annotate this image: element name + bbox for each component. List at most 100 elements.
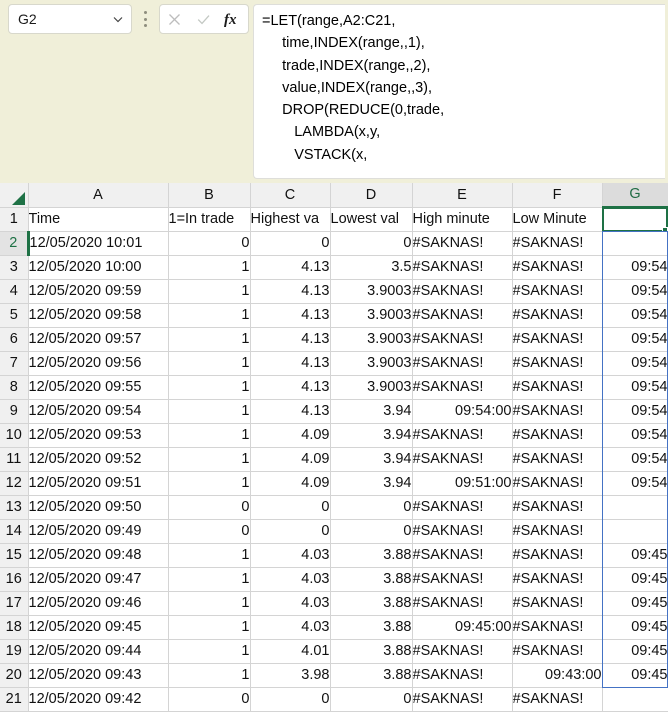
cell-E17[interactable]: #SAKNAS!: [412, 591, 513, 616]
cell-D3[interactable]: 3.5: [330, 255, 413, 280]
cell-D17[interactable]: 3.88: [330, 591, 413, 616]
cell-F5[interactable]: #SAKNAS!: [512, 303, 603, 328]
cell-G6[interactable]: 09:54: [602, 327, 668, 352]
cell-B7[interactable]: 1: [168, 351, 251, 376]
row-header-20[interactable]: 20: [0, 663, 29, 688]
cell-A20[interactable]: 12/05/2020 09:43: [28, 663, 169, 688]
cell-C8[interactable]: 4.13: [250, 375, 331, 400]
cell-C19[interactable]: 4.01: [250, 639, 331, 664]
column-header-g[interactable]: G: [602, 183, 668, 209]
cell-F20[interactable]: 09:43:00: [512, 663, 603, 688]
row-header-6[interactable]: 6: [0, 327, 29, 352]
cell-E16[interactable]: #SAKNAS!: [412, 567, 513, 592]
cell-E15[interactable]: #SAKNAS!: [412, 543, 513, 568]
cell-E19[interactable]: #SAKNAS!: [412, 639, 513, 664]
select-all-triangle-icon[interactable]: [0, 183, 29, 208]
cell-E10[interactable]: #SAKNAS!: [412, 423, 513, 448]
cell-B12[interactable]: 1: [168, 471, 251, 496]
cell-G5[interactable]: 09:54: [602, 303, 668, 328]
cell-C18[interactable]: 4.03: [250, 615, 331, 640]
cell-B18[interactable]: 1: [168, 615, 251, 640]
cell-C6[interactable]: 4.13: [250, 327, 331, 352]
cell-E12[interactable]: 09:51:00: [412, 471, 513, 496]
cell-C11[interactable]: 4.09: [250, 447, 331, 472]
cell-C12[interactable]: 4.09: [250, 471, 331, 496]
cell-B8[interactable]: 1: [168, 375, 251, 400]
cell-C21[interactable]: 0: [250, 687, 331, 712]
cell-E3[interactable]: #SAKNAS!: [412, 255, 513, 280]
cell-E7[interactable]: #SAKNAS!: [412, 351, 513, 376]
cell-F16[interactable]: #SAKNAS!: [512, 567, 603, 592]
row-header-4[interactable]: 4: [0, 279, 29, 304]
cell-F7[interactable]: #SAKNAS!: [512, 351, 603, 376]
cell-B19[interactable]: 1: [168, 639, 251, 664]
cell-E21[interactable]: #SAKNAS!: [412, 687, 513, 712]
row-header-1[interactable]: 1: [0, 207, 29, 232]
cell-A6[interactable]: 12/05/2020 09:57: [28, 327, 169, 352]
cell-E14[interactable]: #SAKNAS!: [412, 519, 513, 544]
cell-A14[interactable]: 12/05/2020 09:49: [28, 519, 169, 544]
name-box[interactable]: G2: [8, 4, 132, 34]
row-header-9[interactable]: 9: [0, 399, 29, 424]
cell-B2[interactable]: 0: [168, 231, 251, 256]
cell-D12[interactable]: 3.94: [330, 471, 413, 496]
row-header-19[interactable]: 19: [0, 639, 29, 664]
cell-D6[interactable]: 3.9003: [330, 327, 413, 352]
cell-A16[interactable]: 12/05/2020 09:47: [28, 567, 169, 592]
cell-F21[interactable]: #SAKNAS!: [512, 687, 603, 712]
cell-A5[interactable]: 12/05/2020 09:58: [28, 303, 169, 328]
cell-F10[interactable]: #SAKNAS!: [512, 423, 603, 448]
column-header-a[interactable]: A: [28, 183, 169, 208]
cell-A18[interactable]: 12/05/2020 09:45: [28, 615, 169, 640]
cell-A1[interactable]: Time: [28, 207, 169, 232]
cell-C14[interactable]: 0: [250, 519, 331, 544]
cell-A2[interactable]: 12/05/2020 10:01: [28, 231, 169, 256]
cell-C4[interactable]: 4.13: [250, 279, 331, 304]
formula-input[interactable]: =LET(range,A2:C21, time,INDEX(range,,1),…: [253, 4, 665, 179]
cell-B5[interactable]: 1: [168, 303, 251, 328]
cell-E1[interactable]: High minute: [412, 207, 513, 232]
cell-G11[interactable]: 09:54: [602, 447, 668, 472]
cell-B14[interactable]: 0: [168, 519, 251, 544]
row-header-3[interactable]: 3: [0, 255, 29, 280]
cell-G21[interactable]: [602, 687, 668, 712]
cell-D13[interactable]: 0: [330, 495, 413, 520]
cell-D11[interactable]: 3.94: [330, 447, 413, 472]
cell-B1[interactable]: 1=In trade: [168, 207, 251, 232]
cell-G15[interactable]: 09:45: [602, 543, 668, 568]
row-header-16[interactable]: 16: [0, 567, 29, 592]
cell-A3[interactable]: 12/05/2020 10:00: [28, 255, 169, 280]
cell-G19[interactable]: 09:45: [602, 639, 668, 664]
cell-B9[interactable]: 1: [168, 399, 251, 424]
row-header-10[interactable]: 10: [0, 423, 29, 448]
cell-E2[interactable]: #SAKNAS!: [412, 231, 513, 256]
cell-F6[interactable]: #SAKNAS!: [512, 327, 603, 352]
cell-G14[interactable]: [602, 519, 668, 544]
cell-C10[interactable]: 4.09: [250, 423, 331, 448]
cell-D19[interactable]: 3.88: [330, 639, 413, 664]
cell-B20[interactable]: 1: [168, 663, 251, 688]
cell-G7[interactable]: 09:54: [602, 351, 668, 376]
cell-A17[interactable]: 12/05/2020 09:46: [28, 591, 169, 616]
cell-F18[interactable]: #SAKNAS!: [512, 615, 603, 640]
cell-B4[interactable]: 1: [168, 279, 251, 304]
cell-B3[interactable]: 1: [168, 255, 251, 280]
cell-D1[interactable]: Lowest val: [330, 207, 413, 232]
cell-G16[interactable]: 09:45: [602, 567, 668, 592]
cell-D16[interactable]: 3.88: [330, 567, 413, 592]
row-header-8[interactable]: 8: [0, 375, 29, 400]
cell-A9[interactable]: 12/05/2020 09:54: [28, 399, 169, 424]
column-header-d[interactable]: D: [330, 183, 413, 208]
cell-G9[interactable]: 09:54: [602, 399, 668, 424]
cell-D9[interactable]: 3.94: [330, 399, 413, 424]
cell-G20[interactable]: 09:45: [602, 663, 668, 688]
cell-G4[interactable]: 09:54: [602, 279, 668, 304]
cell-C17[interactable]: 4.03: [250, 591, 331, 616]
kebab-menu-icon[interactable]: [140, 9, 150, 29]
cell-G18[interactable]: 09:45: [602, 615, 668, 640]
cell-B13[interactable]: 0: [168, 495, 251, 520]
cell-F9[interactable]: #SAKNAS!: [512, 399, 603, 424]
column-header-f[interactable]: F: [512, 183, 603, 208]
cell-F19[interactable]: #SAKNAS!: [512, 639, 603, 664]
cell-E13[interactable]: #SAKNAS!: [412, 495, 513, 520]
